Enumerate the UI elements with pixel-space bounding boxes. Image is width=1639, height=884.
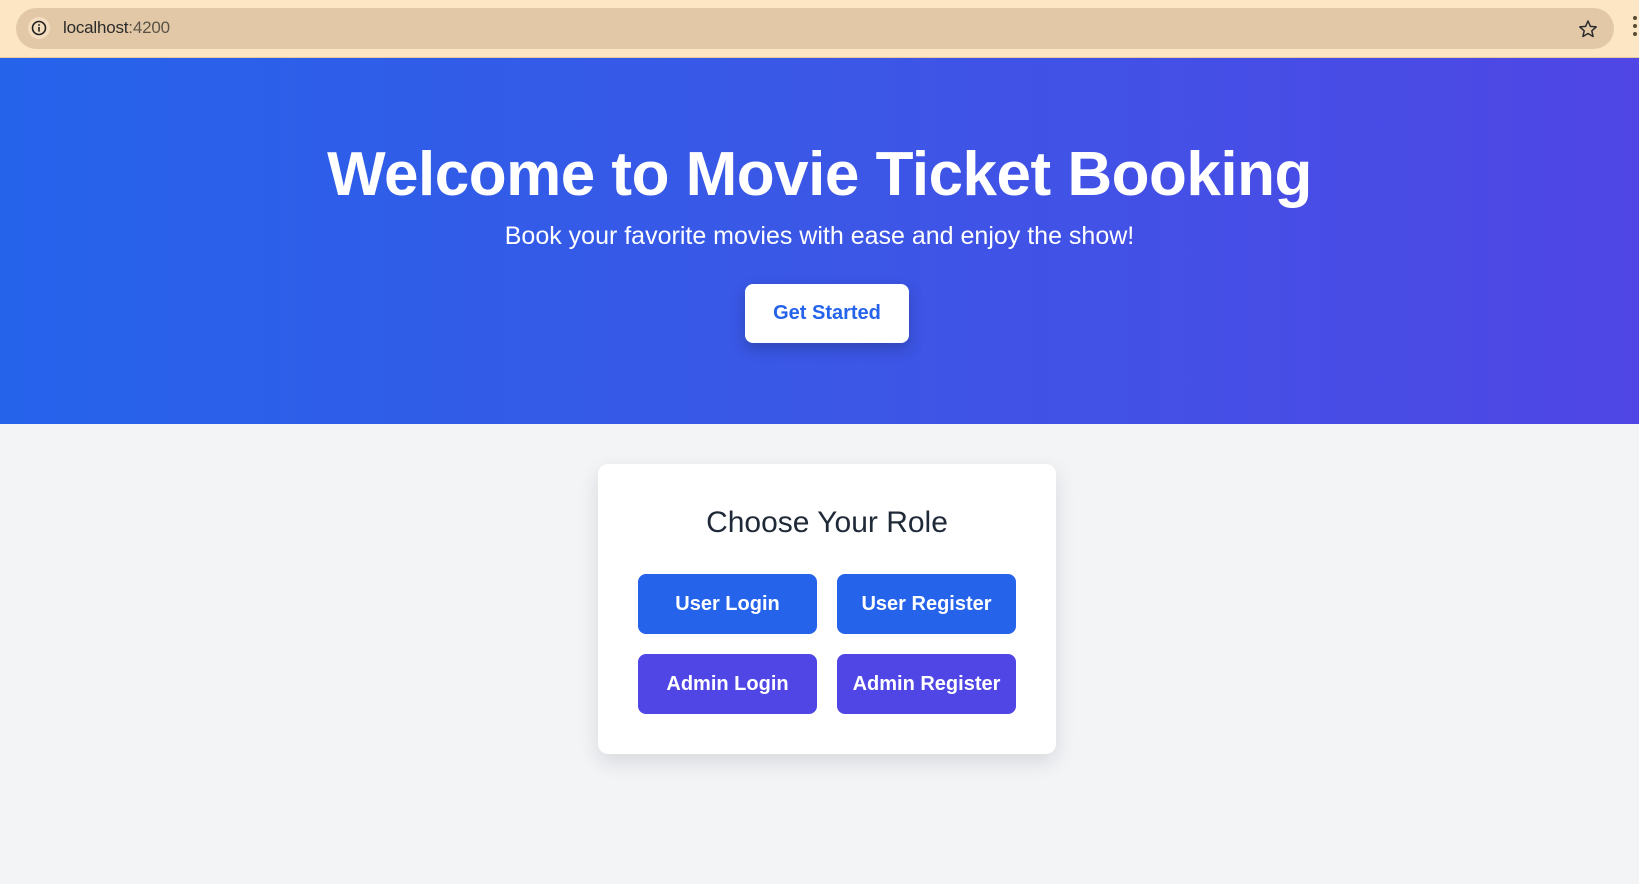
address-bar[interactable]: localhost:4200 — [16, 8, 1614, 49]
url-text[interactable]: localhost:4200 — [63, 18, 170, 38]
info-icon[interactable] — [28, 17, 50, 39]
get-started-button[interactable]: Get Started — [745, 284, 909, 343]
hero-banner: Welcome to Movie Ticket Booking Book you… — [0, 58, 1639, 424]
hero-subtitle: Book your favorite movies with ease and … — [504, 222, 1135, 250]
admin-login-button[interactable]: Admin Login — [638, 654, 817, 714]
hero-title: Welcome to Movie Ticket Booking — [327, 140, 1312, 209]
url-port: :4200 — [128, 18, 170, 37]
user-register-button[interactable]: User Register — [837, 574, 1016, 634]
user-login-button[interactable]: User Login — [638, 574, 817, 634]
admin-register-button[interactable]: Admin Register — [837, 654, 1016, 714]
role-card-title: Choose Your Role — [706, 506, 948, 539]
menu-icon[interactable] — [1633, 16, 1639, 42]
url-host: localhost — [63, 18, 129, 37]
star-icon[interactable] — [1576, 17, 1600, 41]
role-card: Choose Your Role User Login User Registe… — [598, 464, 1056, 754]
browser-toolbar: localhost:4200 — [0, 0, 1639, 58]
